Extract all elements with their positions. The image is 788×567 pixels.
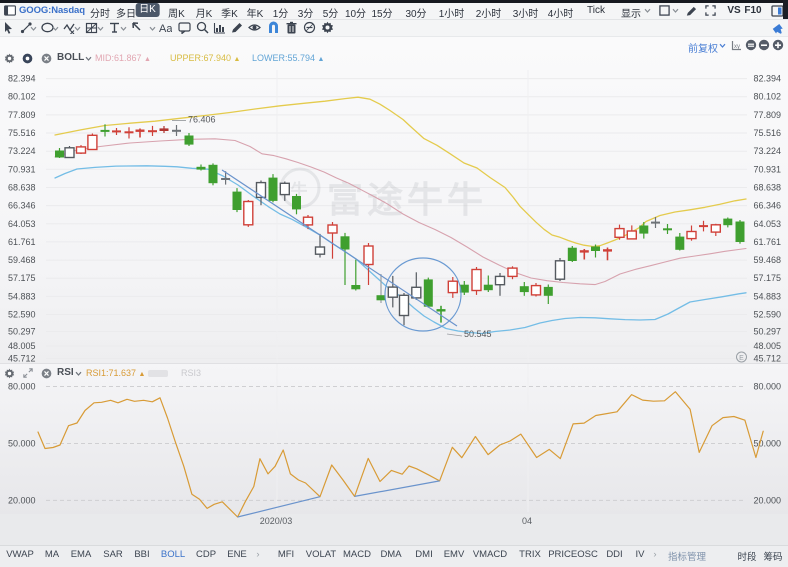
svg-text:45.712: 45.712 — [8, 354, 36, 364]
svg-text:64.053: 64.053 — [753, 219, 781, 229]
svg-text:82.394: 82.394 — [753, 74, 781, 84]
svg-text:80.000: 80.000 — [8, 382, 36, 392]
svg-text:80.102: 80.102 — [753, 92, 781, 102]
svg-text:54.883: 54.883 — [8, 291, 36, 301]
svg-text:52.590: 52.590 — [8, 310, 36, 320]
svg-text:75.516: 75.516 — [753, 128, 781, 138]
svg-text:61.761: 61.761 — [753, 237, 781, 247]
svg-text:59.468: 59.468 — [753, 255, 781, 265]
svg-text:20.000: 20.000 — [753, 495, 781, 505]
svg-text:xy: xy — [734, 44, 740, 50]
svg-text:66.346: 66.346 — [753, 201, 781, 211]
svg-text:64.053: 64.053 — [8, 219, 36, 229]
svg-text:82.394: 82.394 — [8, 74, 36, 84]
svg-text:77.809: 77.809 — [753, 110, 781, 120]
svg-text:45.712: 45.712 — [753, 354, 781, 364]
svg-text:富途牛牛: 富途牛牛 — [327, 179, 487, 220]
svg-text:68.638: 68.638 — [753, 183, 781, 193]
svg-text:50.000: 50.000 — [753, 439, 781, 449]
svg-text:77.809: 77.809 — [8, 110, 36, 120]
svg-text:59.468: 59.468 — [8, 255, 36, 265]
svg-text:75.516: 75.516 — [8, 128, 36, 138]
svg-text:48.005: 48.005 — [753, 341, 781, 351]
svg-text:57.175: 57.175 — [753, 273, 781, 283]
svg-text:76.406: 76.406 — [188, 115, 216, 125]
svg-text:2020/03: 2020/03 — [260, 516, 293, 526]
svg-text:70.931: 70.931 — [8, 164, 36, 174]
svg-text:57.175: 57.175 — [8, 273, 36, 283]
svg-text:50.297: 50.297 — [753, 327, 781, 337]
svg-text:50.000: 50.000 — [8, 439, 36, 449]
svg-text:73.224: 73.224 — [8, 146, 36, 156]
svg-text:80.102: 80.102 — [8, 92, 36, 102]
svg-text:52.590: 52.590 — [753, 310, 781, 320]
svg-text:20.000: 20.000 — [8, 495, 36, 505]
svg-text:48.005: 48.005 — [8, 341, 36, 351]
svg-text:50.545: 50.545 — [464, 329, 492, 339]
svg-text:80.000: 80.000 — [753, 382, 781, 392]
svg-text:54.883: 54.883 — [753, 291, 781, 301]
svg-text:68.638: 68.638 — [8, 183, 36, 193]
svg-text:70.931: 70.931 — [753, 164, 781, 174]
svg-text:61.761: 61.761 — [8, 237, 36, 247]
svg-text:73.224: 73.224 — [753, 146, 781, 156]
svg-text:E: E — [739, 355, 744, 362]
svg-text:66.346: 66.346 — [8, 201, 36, 211]
svg-text:04: 04 — [522, 516, 532, 526]
svg-text:50.297: 50.297 — [8, 327, 36, 337]
svg-text:Aa: Aa — [159, 23, 172, 34]
